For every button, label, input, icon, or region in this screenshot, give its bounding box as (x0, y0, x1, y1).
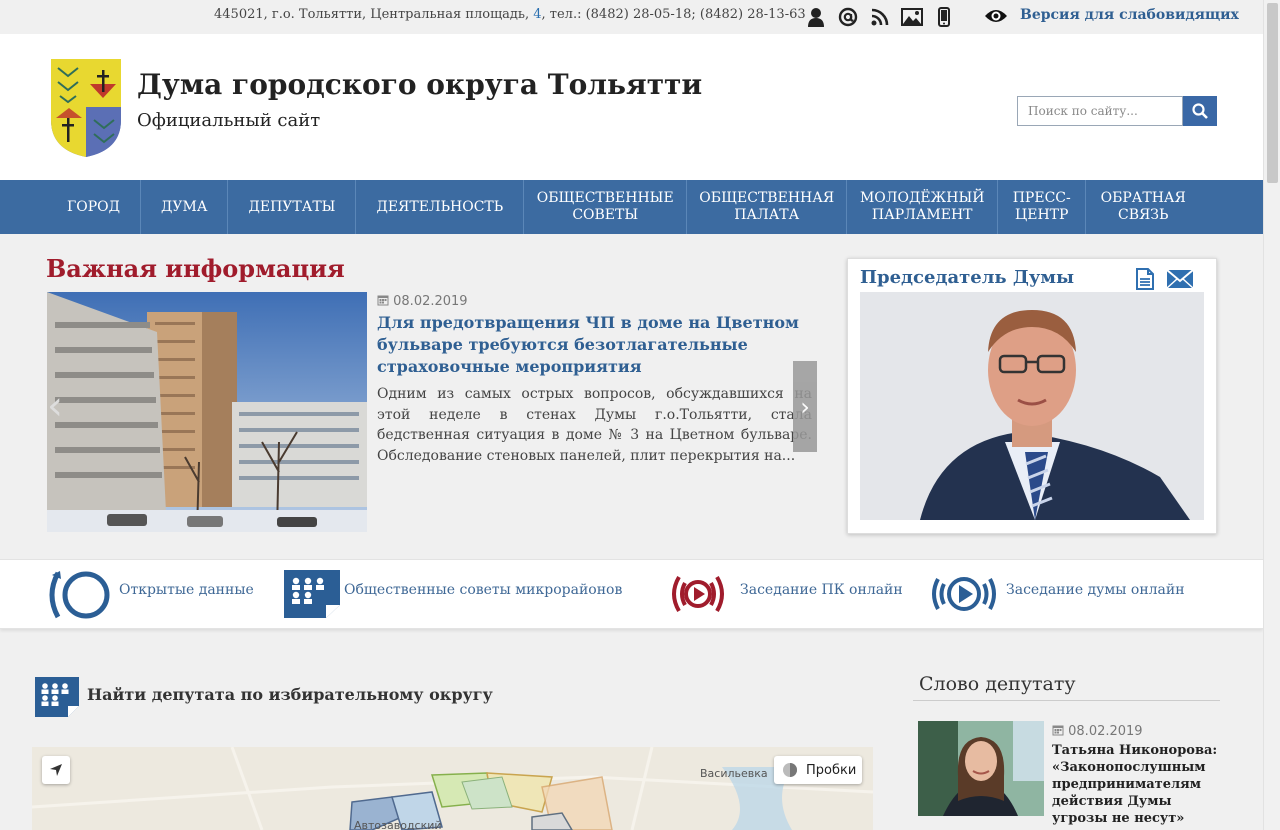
nav-item-youth-parliament[interactable]: Молодёжный парламент (847, 180, 999, 234)
open-data-link[interactable]: Открытые данные (119, 582, 254, 598)
nav-item-public-councils[interactable]: Общественные советы (524, 180, 688, 234)
nav-item-activity[interactable]: Деятельность (356, 180, 525, 234)
nav-item-public-chamber[interactable]: Общественная палата (687, 180, 848, 234)
site-title[interactable]: Дума городского округа Тольятти (137, 68, 702, 101)
rss-icon[interactable] (864, 5, 896, 29)
pk-session-online-link[interactable]: Заседание ПК онлайн (740, 582, 903, 598)
map-locate-button[interactable] (42, 756, 70, 784)
chairman-photo[interactable] (860, 292, 1204, 520)
mail-icon[interactable] (1166, 268, 1194, 294)
scrollbar-thumb[interactable] (1267, 3, 1278, 183)
microdistrict-councils-link[interactable]: Общественные советы микрорайонов (344, 582, 622, 598)
document-icon[interactable] (1136, 268, 1154, 294)
search-icon (1192, 103, 1208, 119)
quick-links-bar: Открытые данные Общественные советы микр… (0, 559, 1263, 629)
deputy-photo[interactable] (918, 721, 1044, 816)
councils-icon[interactable] (283, 569, 341, 623)
at-icon[interactable] (832, 5, 864, 29)
find-deputy-icon (34, 676, 80, 722)
nav-item-press-center[interactable]: Пресс-центр (998, 180, 1087, 234)
coat-of-arms-logo[interactable] (50, 58, 122, 162)
page-scrollbar[interactable] (1263, 0, 1280, 830)
mobile-icon[interactable] (928, 5, 960, 29)
calendar-icon (1052, 725, 1064, 736)
slider-next-button[interactable]: › (793, 361, 817, 452)
open-data-icon[interactable] (48, 569, 112, 625)
deputy-word-headline-link[interactable]: Татьяна Никонорова: «Законопослушным пре… (1052, 742, 1222, 827)
top-bar: 445021, г.о. Тольятти, Центральная площа… (0, 0, 1263, 34)
traffic-light-icon (783, 763, 797, 777)
news-headline-link[interactable]: Для предотвращения ЧП в доме на Цветном … (377, 312, 807, 378)
district-map[interactable]: Пробки Васильевка Автозаводский (32, 747, 873, 830)
deputy-word-heading: Слово депутату (919, 673, 1076, 695)
site-subtitle: Официальный сайт (137, 110, 321, 131)
low-vision-version-link[interactable]: Версия для слабовидящих (1020, 7, 1239, 23)
important-info-heading: Важная информация (46, 254, 345, 283)
chairman-card: Председатель Думы (847, 258, 1217, 534)
find-deputy-heading: Найти депутата по избирательному округу (87, 685, 493, 704)
map-label: Автозаводский (354, 819, 442, 830)
eye-icon[interactable] (984, 7, 1008, 29)
calendar-icon (377, 295, 389, 306)
nav-item-feedback[interactable]: Обратная связь (1086, 180, 1200, 234)
map-traffic-button[interactable]: Пробки (774, 756, 862, 784)
map-label: Васильевка (700, 767, 768, 780)
nav-item-duma[interactable]: Дума (141, 180, 229, 234)
deputy-word-date: 08.02.2019 (1052, 724, 1143, 739)
search-button[interactable] (1183, 96, 1217, 126)
locate-arrow-icon (50, 764, 62, 776)
live-pk-icon[interactable] (665, 569, 731, 623)
user-icon[interactable] (800, 5, 832, 29)
live-duma-icon[interactable] (930, 569, 998, 623)
nav-item-city[interactable]: Город (47, 180, 142, 234)
duma-session-online-link[interactable]: Заседание думы онлайн (1006, 582, 1185, 598)
search-input[interactable] (1017, 96, 1183, 126)
divider (913, 700, 1220, 701)
site-header: Дума городского округа Тольятти Официаль… (0, 34, 1263, 180)
nav-item-deputies[interactable]: Депутаты (228, 180, 357, 234)
main-nav: Город Дума Депутаты Деятельность Обществ… (0, 180, 1263, 234)
news-date: 08.02.2019 (377, 294, 468, 309)
news-excerpt: Одним из самых острых вопросов, обсуждав… (377, 386, 812, 464)
chairman-heading[interactable]: Председатель Думы (860, 267, 1074, 288)
slider-prev-button[interactable]: ‹ (47, 386, 69, 426)
photo-icon[interactable] (896, 5, 928, 29)
contact-address: 445021, г.о. Тольятти, Центральная площа… (214, 7, 806, 22)
top-icons (800, 5, 960, 29)
news-image[interactable] (47, 292, 367, 532)
